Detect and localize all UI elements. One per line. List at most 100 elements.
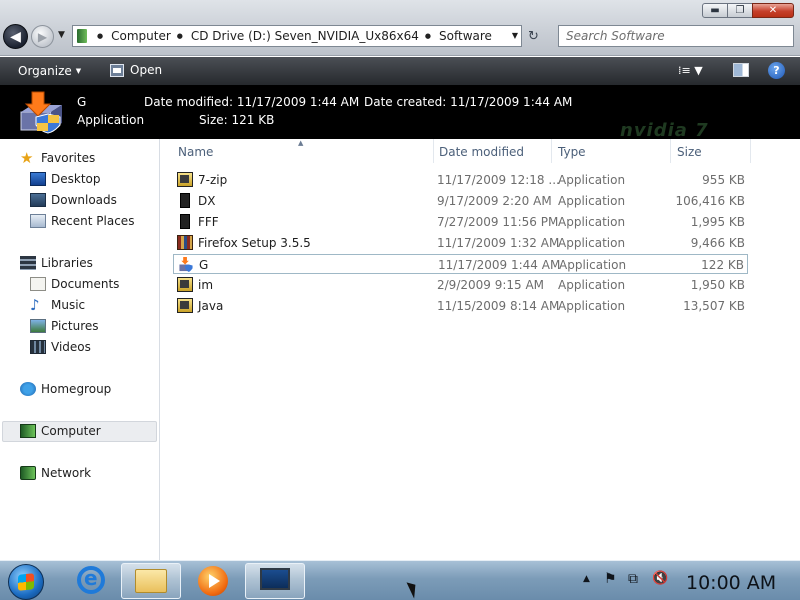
- list-item-selected[interactable]: G 11/17/2009 1:44 AM Application 122 KB: [173, 254, 748, 274]
- maximize-button[interactable]: ❐: [727, 3, 753, 18]
- sidebar-item-label: Pictures: [51, 319, 99, 333]
- organize-button[interactable]: Organize ▼: [18, 64, 81, 78]
- file-name: Firefox Setup 3.5.5: [198, 236, 311, 250]
- size-value: 121 KB: [231, 113, 275, 127]
- sidebar-item-label: Libraries: [41, 256, 93, 270]
- title-bar: ▬ ❐ ✕ ◀ ▶ ▼ ● Computer ● CD Drive (D:) S…: [0, 0, 800, 56]
- list-item[interactable]: 7-zip 11/17/2009 12:18 ... Application 9…: [173, 170, 748, 190]
- file-name: 7-zip: [198, 173, 228, 187]
- column-header-type[interactable]: Type: [552, 139, 671, 163]
- search-input[interactable]: Search Software: [558, 25, 794, 47]
- winrar-box-icon: [177, 235, 193, 250]
- sidebar-item-downloads[interactable]: Downloads: [30, 193, 117, 207]
- sidebar-item-label: Recent Places: [51, 214, 135, 228]
- recent-pages-dropdown[interactable]: ▼: [58, 30, 65, 40]
- file-name: Java: [198, 299, 224, 313]
- open-button[interactable]: Open: [110, 63, 162, 77]
- back-button[interactable]: ◀: [3, 24, 28, 49]
- details-file-type: Application: [77, 113, 145, 127]
- installer-icon: [177, 298, 193, 313]
- pictures-icon: [30, 319, 46, 333]
- forward-button[interactable]: ▶: [31, 25, 54, 48]
- close-button[interactable]: ✕: [752, 3, 794, 18]
- details-file-name: G: [77, 95, 87, 109]
- help-button[interactable]: ?: [768, 62, 785, 79]
- address-dropdown-button[interactable]: ▼: [512, 31, 518, 40]
- list-item[interactable]: DX 9/17/2009 2:20 AM Application 106,416…: [173, 191, 748, 211]
- sidebar-item-network[interactable]: Network: [20, 466, 91, 480]
- list-item[interactable]: FFF 7/27/2009 11:56 PM Application 1,995…: [173, 212, 748, 232]
- column-header-date-modified[interactable]: Date modified: [433, 139, 552, 163]
- file-name: FFF: [198, 215, 219, 229]
- minimize-button[interactable]: ▬: [702, 3, 728, 18]
- list-item[interactable]: im 2/9/2009 9:15 AM Application 1,950 KB: [173, 275, 748, 295]
- file-name: im: [198, 278, 214, 292]
- sidebar-item-label: Documents: [51, 277, 120, 291]
- internet-explorer-icon: [77, 566, 105, 594]
- sidebar-item-recent-places[interactable]: Recent Places: [30, 214, 134, 228]
- list-item[interactable]: Firefox Setup 3.5.5 11/17/2009 1:32 AM A…: [173, 233, 748, 253]
- file-type: Application: [558, 236, 626, 250]
- preview-pane-button[interactable]: [733, 63, 749, 77]
- file-size: 106,416 KB: [675, 194, 745, 208]
- show-hidden-icons-button[interactable]: ▲: [583, 574, 590, 584]
- file-type: Application: [559, 258, 627, 272]
- sidebar-item-documents[interactable]: Documents: [30, 277, 119, 291]
- downloads-icon: [30, 193, 46, 207]
- sidebar-item-label: Favorites: [41, 151, 96, 165]
- breadcrumb-separator[interactable]: ●: [177, 32, 183, 40]
- network-icon: [20, 466, 36, 480]
- change-view-button[interactable]: ⁞≡ ▼: [678, 64, 703, 77]
- installer-icon: [177, 277, 193, 292]
- refresh-button[interactable]: ↻: [528, 29, 539, 44]
- breadcrumb-software[interactable]: Software: [439, 29, 492, 43]
- column-header-size[interactable]: Size: [671, 139, 751, 163]
- sidebar-item-homegroup[interactable]: Homegroup: [20, 382, 111, 396]
- action-center-flag-icon[interactable]: ⚑: [604, 571, 617, 587]
- shield-installer-icon: [179, 257, 193, 272]
- homegroup-icon: [20, 382, 36, 396]
- chevron-down-icon: ▼: [75, 67, 82, 75]
- breadcrumb-separator[interactable]: ●: [97, 32, 103, 40]
- desktop-icon: [30, 172, 46, 186]
- file-list: ▲ Name Date modified Type Size 7-zip 11/…: [160, 139, 800, 560]
- sidebar-item-label: Homegroup: [41, 382, 112, 396]
- volume-muted-icon[interactable]: 🔇: [652, 571, 668, 586]
- file-date-modified: 7/27/2009 11:56 PM: [437, 215, 559, 229]
- breadcrumb-separator[interactable]: ●: [425, 32, 431, 40]
- file-type: Application: [558, 173, 626, 187]
- breadcrumb-cd-drive[interactable]: CD Drive (D:) Seven_NVIDIA_Ux86x64: [191, 29, 419, 43]
- sidebar-item-libraries[interactable]: Libraries: [20, 256, 93, 270]
- folder-icon: [135, 569, 167, 593]
- details-date-created: Date created: 11/17/2009 1:44 AM: [364, 95, 572, 109]
- sidebar-item-desktop[interactable]: Desktop: [30, 172, 101, 186]
- file-date-modified: 11/17/2009 1:32 AM: [437, 236, 560, 250]
- details-pane: G Application Date modified: 11/17/2009 …: [0, 85, 800, 139]
- app-dark-icon: [180, 214, 190, 229]
- file-size: 955 KB: [702, 173, 745, 187]
- sidebar-item-music[interactable]: ♪ Music: [30, 298, 86, 313]
- sidebar-item-favorites[interactable]: ★ Favorites: [20, 151, 96, 166]
- details-size: Size: 121 KB: [199, 113, 274, 127]
- taskbar: ▲ ⚑ ⧉ 🔇 10:00 AM: [0, 560, 800, 600]
- start-button[interactable]: [8, 564, 44, 600]
- list-item[interactable]: Java 11/15/2009 8:14 AM Application 13,5…: [173, 296, 748, 316]
- sidebar-item-label: Music: [51, 298, 86, 312]
- network-status-icon[interactable]: ⧉: [628, 571, 638, 587]
- open-icon: [110, 63, 124, 77]
- system-clock[interactable]: 10:00 AM: [686, 572, 776, 594]
- column-header-name[interactable]: Name: [172, 139, 434, 163]
- command-bar: Organize ▼ Open ⁞≡ ▼: [0, 57, 800, 85]
- date-created-value: 11/17/2009 1:44 AM: [450, 95, 573, 109]
- sidebar-item-videos[interactable]: Videos: [30, 340, 91, 354]
- sidebar-item-computer[interactable]: Computer: [20, 424, 101, 438]
- breadcrumb-computer[interactable]: Computer: [111, 29, 171, 43]
- sidebar-item-label: Videos: [51, 340, 91, 354]
- shield-installer-icon: [20, 91, 62, 134]
- sidebar-item-pictures[interactable]: Pictures: [30, 319, 99, 333]
- open-label: Open: [130, 63, 163, 77]
- address-bar[interactable]: ● Computer ● CD Drive (D:) Seven_NVIDIA_…: [72, 25, 522, 47]
- date-created-label: Date created:: [364, 95, 447, 109]
- sidebar-item-label: Downloads: [51, 193, 117, 207]
- file-type: Application: [558, 278, 626, 292]
